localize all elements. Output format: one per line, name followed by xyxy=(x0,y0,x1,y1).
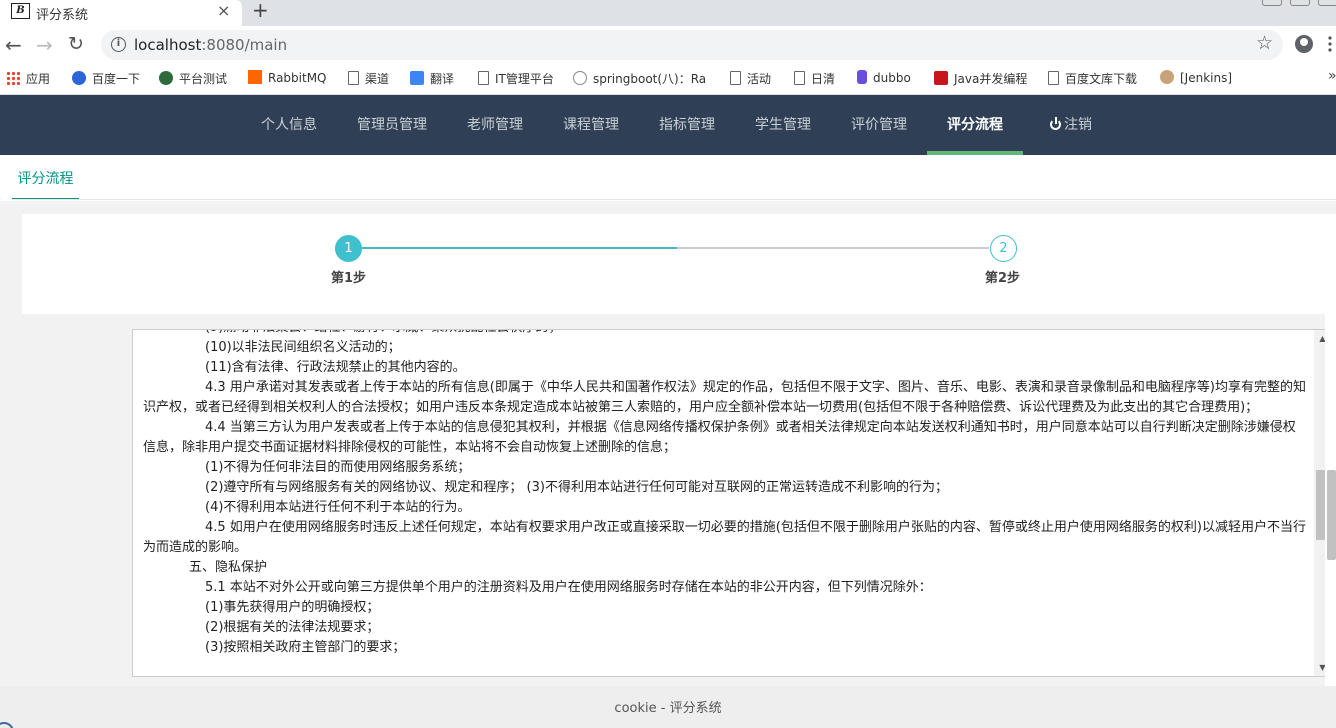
bookmark-baidu[interactable]: 百度一下 xyxy=(72,70,140,87)
agreement-line: 5.1 本站不对外公开或向第三方提供单个用户的注册资料及用户在使用网络服务时存储… xyxy=(205,580,932,595)
agreement-text-box[interactable]: (9)煽动非法集会、结社、游行、示威、聚众扰乱社会秩序的； (10)以非法民间组… xyxy=(132,329,1332,677)
jenkins-icon xyxy=(1160,70,1174,84)
step-2-label: 第2步 xyxy=(985,271,1021,286)
gear-icon xyxy=(573,71,587,85)
step-2-circle: 2 xyxy=(990,235,1017,262)
agreement-line: (4)不得利用本站进行任何不利于本站的行为。 xyxy=(205,500,471,515)
bookmark-java-concurrency[interactable]: Java并发编程 xyxy=(934,70,1027,87)
rabbitmq-icon xyxy=(248,70,262,84)
bookmark-apps[interactable]: 应用 xyxy=(6,70,50,87)
nav-item-admin-management[interactable]: 管理员管理 xyxy=(345,95,439,155)
agreement-section-heading: 五、隐私保护 xyxy=(189,560,268,575)
step-progress: 1 第1步 2 第2步 xyxy=(22,214,1332,314)
agreement-line: (1)事先获得用户的明确授权； xyxy=(205,600,380,615)
bookmark-springboot[interactable]: springboot(八)：Ra xyxy=(573,70,706,87)
baidu-paw-icon xyxy=(72,71,86,85)
main-content: 1 第1步 2 第2步 (9)煽动非法集会、结社、游行、示威、聚众扰乱社会秩序的… xyxy=(22,214,1332,686)
page-icon xyxy=(1048,71,1059,85)
csdn-icon xyxy=(934,71,948,85)
footer: cookie - 评分系统 xyxy=(0,686,1336,728)
url-text[interactable]: localhost:8080/main xyxy=(134,36,287,54)
apps-grid-icon xyxy=(6,71,20,85)
page-scrollbar[interactable] xyxy=(1325,214,1336,686)
agreement-line: (9)煽动非法集会、结社、游行、示威、聚众扰乱社会秩序的； xyxy=(143,330,1306,338)
browser-tabstrip: B 评分系统 × + xyxy=(0,0,1336,26)
bookmark-wenku[interactable]: 百度文库下载 xyxy=(1048,70,1137,87)
main-nav: 个人信息 管理员管理 老师管理 课程管理 指标管理 学生管理 评价管理 评分流程… xyxy=(0,95,1336,155)
minimize-window-icon[interactable] xyxy=(1262,0,1282,6)
back-arrow-icon[interactable]: ← xyxy=(5,33,22,57)
agreement-line: (2)遵守所有与网络服务有关的网络协议、规定和程序； (3)不得利用本站进行任何… xyxy=(205,480,948,495)
bookmark-channel[interactable]: 渠道 xyxy=(348,70,389,87)
step-connector-done xyxy=(362,247,677,249)
close-tab-icon[interactable]: × xyxy=(217,1,230,20)
bookmark-jenkins[interactable]: [Jenkins] xyxy=(1160,70,1232,85)
bookmarks-bar: 应用 百度一下 平台测试 RabbitMQ 渠道 翻译 IT管理平台 sprin… xyxy=(0,64,1336,95)
bookmark-translate[interactable]: 翻译 xyxy=(410,70,454,87)
agreement-body: (9)煽动非法集会、结社、游行、示威、聚众扰乱社会秩序的； (10)以非法民间组… xyxy=(143,330,1306,658)
browser-menu-icon[interactable] xyxy=(1328,36,1332,52)
dubbo-icon xyxy=(857,70,867,84)
logout-button[interactable]: 注销 xyxy=(1031,95,1111,155)
agreement-line: (11)含有法律、行政法规禁止的其他内容的。 xyxy=(205,360,466,375)
nav-item-teacher-management[interactable]: 老师管理 xyxy=(455,95,535,155)
tab-divider xyxy=(12,199,1336,200)
site-info-icon[interactable]: i xyxy=(111,37,126,52)
page-icon xyxy=(478,71,489,85)
power-icon xyxy=(1050,117,1061,130)
bookmark-it-platform[interactable]: IT管理平台 xyxy=(478,70,554,87)
translate-icon xyxy=(410,71,424,85)
page-scroll-thumb[interactable] xyxy=(1327,470,1336,560)
address-bar[interactable]: i localhost:8080/main ☆ xyxy=(101,30,1283,60)
bookmark-star-icon[interactable]: ☆ xyxy=(1256,32,1273,54)
agreement-line: (3)按照相关政府主管部门的要求； xyxy=(205,640,406,655)
logout-label: 注销 xyxy=(1064,117,1092,133)
more-bookmarks-icon[interactable]: » xyxy=(1328,68,1336,84)
page-icon xyxy=(730,71,741,85)
page-icon xyxy=(794,71,805,85)
platform-icon xyxy=(159,71,173,85)
restore-window-icon[interactable] xyxy=(1290,0,1310,6)
bookmark-dubbo[interactable]: dubbo xyxy=(857,70,911,85)
tab-scoring-process[interactable]: 评分流程 xyxy=(12,155,79,200)
browser-toolbar: ← → ↻ i localhost:8080/main ☆ xyxy=(0,26,1336,64)
step-1-circle: 1 xyxy=(335,235,362,262)
nav-item-indicator-management[interactable]: 指标管理 xyxy=(647,95,727,155)
step-1-label: 第1步 xyxy=(331,271,367,286)
agreement-line: 4.4 当第三方认为用户发表或者上传于本站的信息侵犯其权利，并根据《信息网络传播… xyxy=(143,420,1296,455)
step-connector-pending xyxy=(677,247,989,249)
reload-icon[interactable]: ↻ xyxy=(68,33,84,55)
new-tab-icon[interactable]: + xyxy=(252,0,269,22)
nav-item-student-management[interactable]: 学生管理 xyxy=(743,95,823,155)
nav-item-scoring-process[interactable]: 评分流程 xyxy=(935,95,1015,155)
bookmark-daily[interactable]: 日清 xyxy=(794,70,835,87)
browser-tab[interactable]: B 评分系统 × xyxy=(0,0,242,26)
bookmark-activity[interactable]: 活动 xyxy=(730,70,771,87)
agreement-line: 4.5 如用户在使用网络服务时违反上述任何规定，本站有权要求用户改正或直接采取一… xyxy=(143,520,1306,555)
page-icon xyxy=(348,71,359,85)
page-tab-bar: 评分流程 xyxy=(0,155,1336,201)
close-window-icon[interactable] xyxy=(1318,0,1336,6)
tab-title: 评分系统 xyxy=(36,8,89,23)
bookmark-platform-test[interactable]: 平台测试 xyxy=(159,70,227,87)
app-favicon-icon: B xyxy=(11,3,30,19)
nav-item-personal-info[interactable]: 个人信息 xyxy=(249,95,329,155)
forward-arrow-icon[interactable]: → xyxy=(36,33,53,57)
bookmark-rabbitmq[interactable]: RabbitMQ xyxy=(248,70,327,85)
nav-item-course-management[interactable]: 课程管理 xyxy=(551,95,631,155)
agreement-line: (2)根据有关的法律法规要求； xyxy=(205,620,380,635)
nav-item-evaluation-management[interactable]: 评价管理 xyxy=(839,95,919,155)
agreement-line: (10)以非法民间组织名义活动的； xyxy=(205,340,401,355)
agreement-line: (1)不得为任何非法目的而使用网络服务系统； xyxy=(205,460,471,475)
profile-avatar-icon[interactable] xyxy=(1295,35,1313,53)
agreement-line: 4.3 用户承诺对其发表或者上传于本站的所有信息(即属于《中华人民共和国著作权法… xyxy=(143,380,1306,415)
